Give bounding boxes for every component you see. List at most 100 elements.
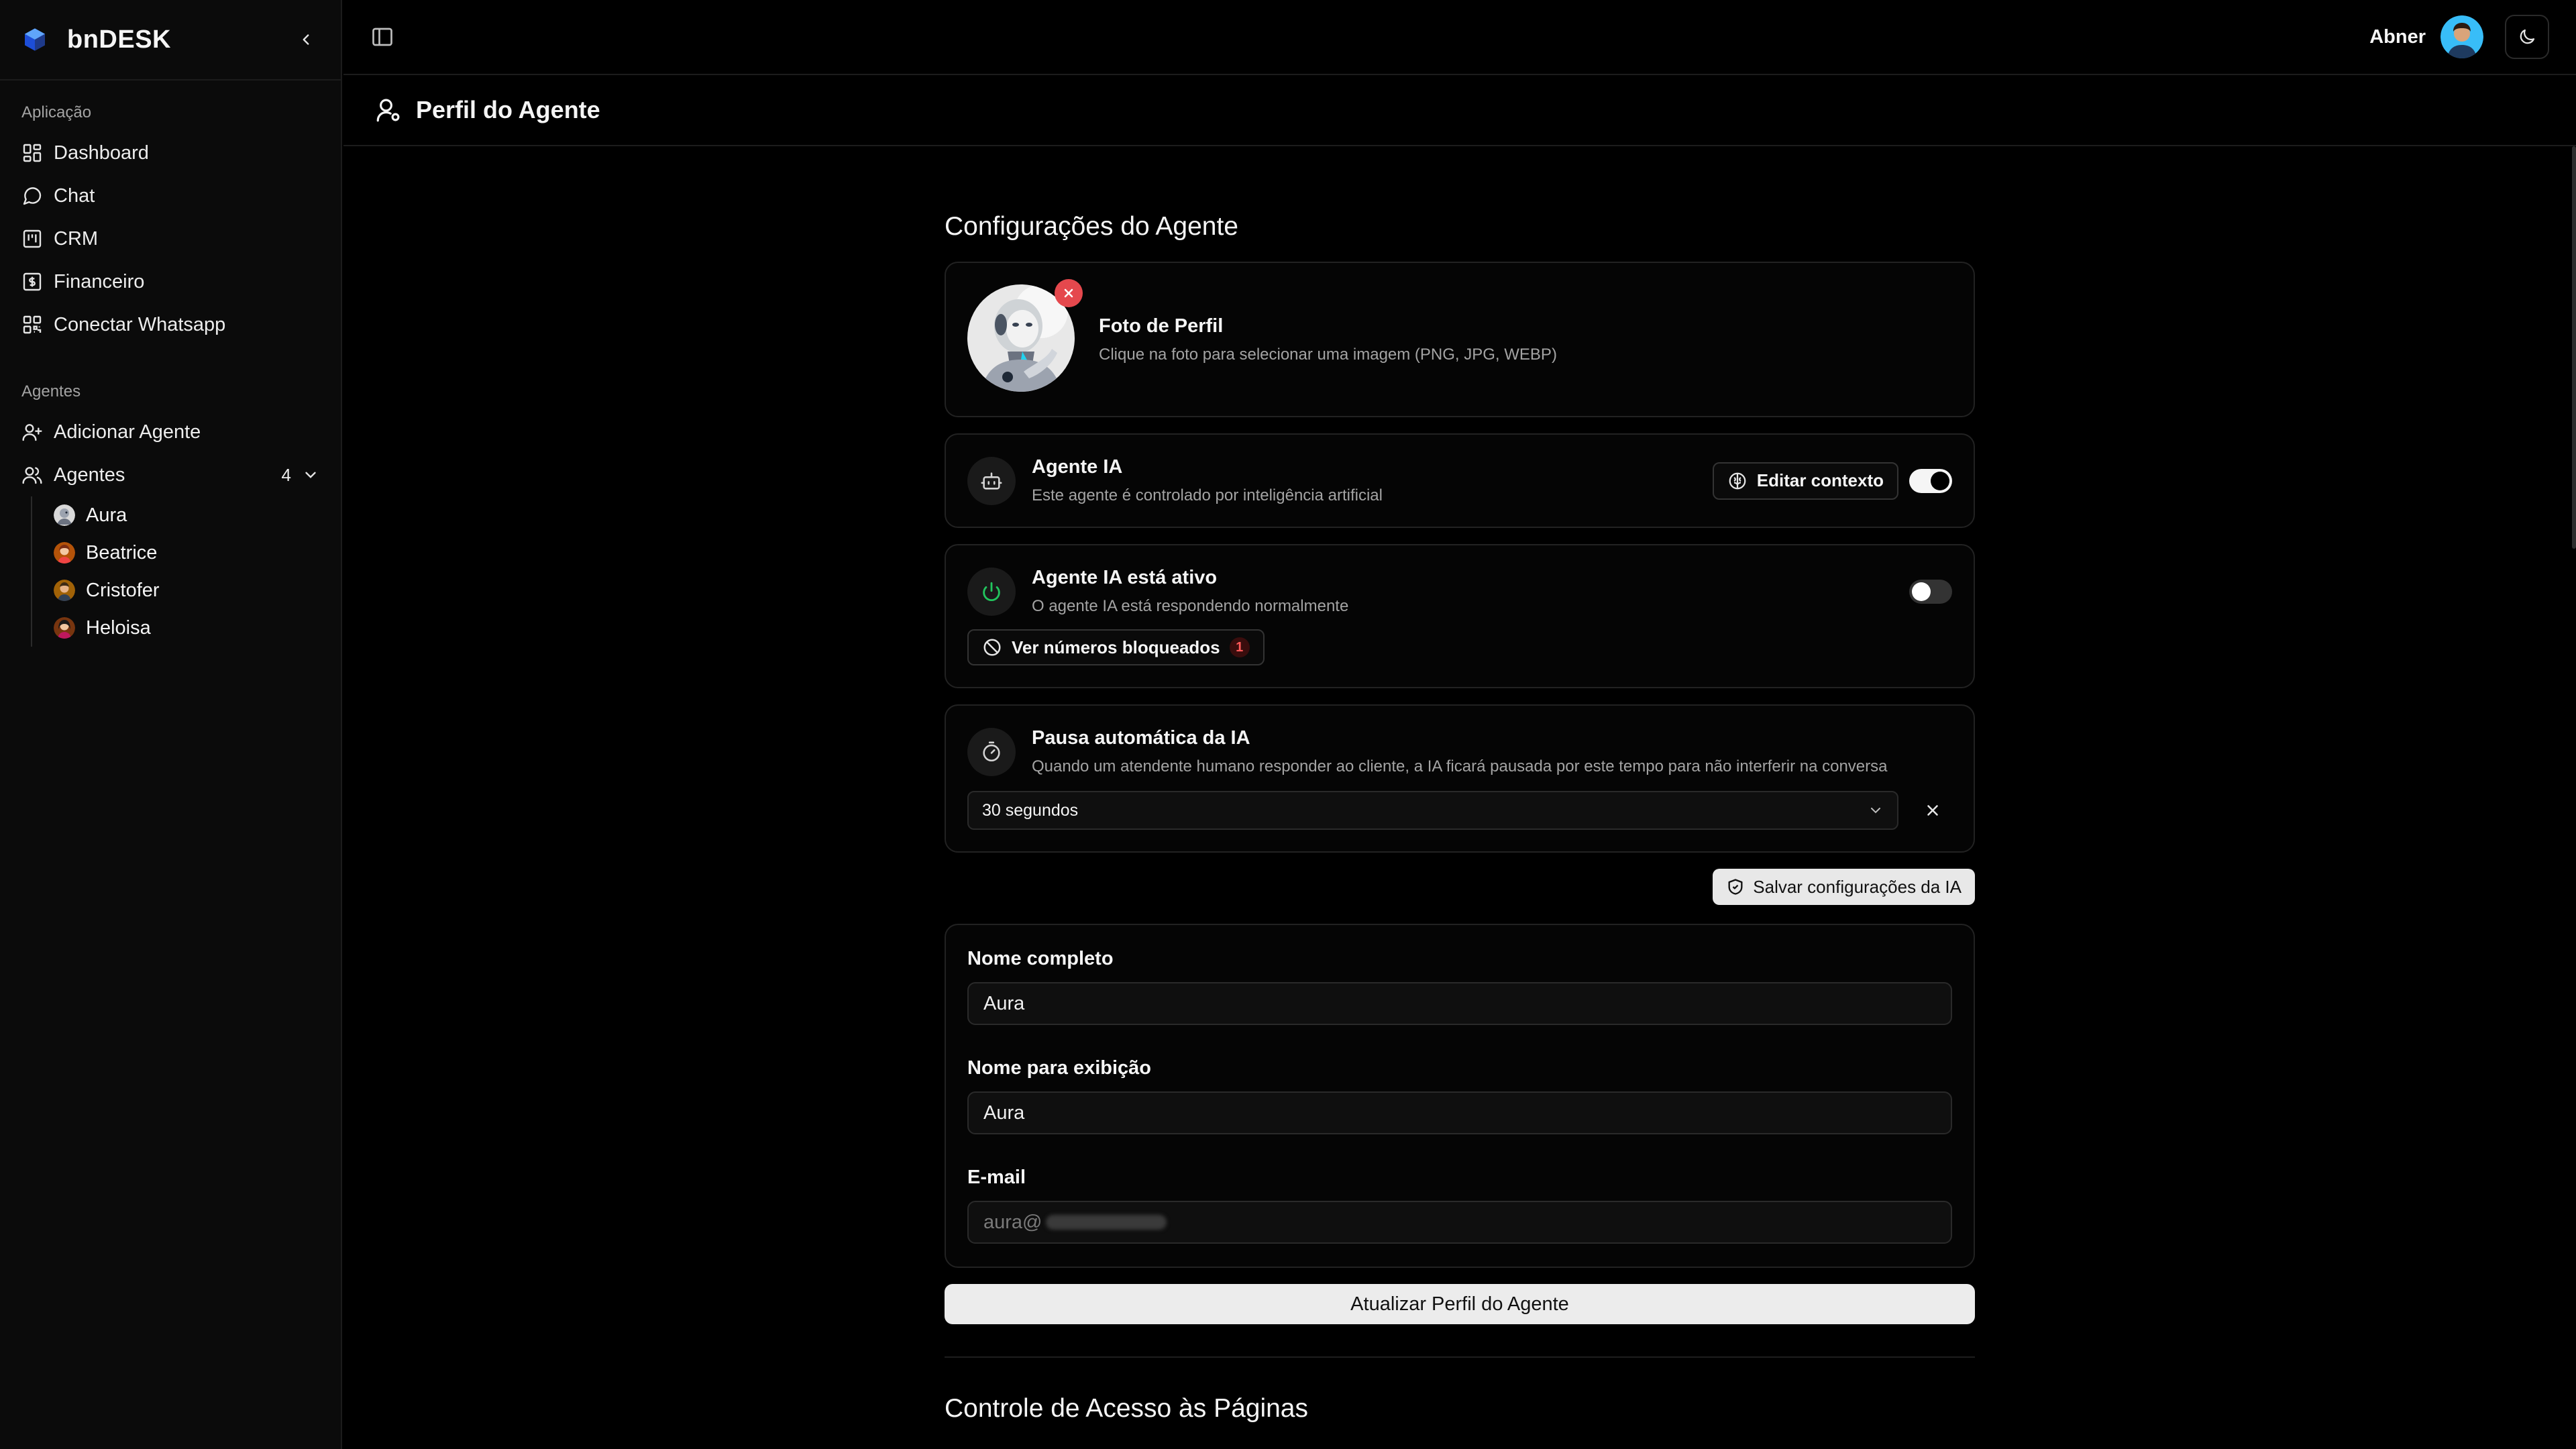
ai-agent-icon-wrap — [967, 456, 1016, 505]
sidebar-item-label: Adicionar Agente — [54, 421, 201, 443]
user-avatar[interactable] — [2440, 15, 2483, 58]
avatar — [54, 580, 75, 601]
chevron-down-icon — [305, 472, 316, 478]
config-section-title: Configurações do Agente — [945, 212, 1238, 241]
display-name-value: Aura — [983, 1102, 1025, 1124]
chevron-left-icon — [303, 34, 309, 45]
auto-pause-subtitle: Quando um atendente humano responder ao … — [1032, 757, 1888, 775]
blocked-numbers-button[interactable]: Ver números bloqueados 1 — [967, 629, 1265, 665]
edit-context-label: Editar contexto — [1756, 470, 1884, 490]
sidebar-agent-beatrice[interactable]: Beatrice — [54, 534, 341, 572]
email-value: aura@ — [983, 1211, 1042, 1233]
pause-duration-value: 30 segundos — [982, 800, 1079, 820]
sidebar-item-label: Chat — [54, 184, 95, 207]
ai-active-card: Agente IA está ativo O agente IA está re… — [945, 544, 1975, 688]
full-name-value: Aura — [983, 992, 1025, 1014]
close-icon — [1064, 288, 1073, 298]
sidebar-item-financeiro[interactable]: Financeiro — [0, 260, 341, 303]
edit-context-button[interactable]: Editar contexto — [1712, 462, 1898, 500]
sidebar-item-add-agent[interactable]: Adicionar Agente — [0, 411, 341, 453]
theme-toggle-button[interactable] — [2505, 15, 2549, 59]
power-icon — [983, 582, 1000, 601]
toggle-panel-button[interactable] — [370, 25, 394, 49]
sidebar-item-label: Conectar Whatsapp — [54, 313, 226, 335]
blocked-numbers-label: Ver números bloqueados — [1012, 637, 1220, 657]
chevron-down-icon — [1871, 808, 1880, 814]
ai-active-subtitle: O agente IA está respondendo normalmente — [1032, 597, 1349, 615]
sidebar-item-label: CRM — [54, 227, 99, 250]
photo-title: Foto de Perfil — [1099, 315, 1224, 337]
agent-name: Heloisa — [86, 616, 151, 639]
access-section-title: Controle de Acesso às Páginas — [945, 1394, 1309, 1423]
scrollbar-thumb[interactable] — [2572, 146, 2576, 549]
kanban-icon — [23, 229, 42, 248]
photo-subtitle: Clique na foto para selecionar uma image… — [1099, 345, 1557, 364]
auto-pause-icon-wrap — [967, 727, 1016, 776]
close-icon — [1927, 805, 1938, 816]
profile-photo-picker[interactable] — [967, 279, 1083, 394]
pause-duration-select[interactable]: 30 segundos — [967, 791, 1898, 830]
update-profile-button[interactable]: Atualizar Perfil do Agente — [945, 1284, 1975, 1324]
email-input[interactable]: aura@ — [967, 1201, 1952, 1244]
ai-agent-card: Agente IA Este agente é controlado por i… — [945, 433, 1975, 528]
user-plus-icon — [22, 424, 42, 441]
main-content: Configurações do Agente Foto de Perfil C… — [945, 146, 1975, 1449]
finance-icon — [23, 272, 42, 291]
auto-pause-card: Pausa automática da IA Quando um atenden… — [945, 704, 1975, 853]
app-root: bnDESK Aplicação Dashboard Chat CRM Fina… — [0, 0, 2576, 1449]
ai-agent-title: Agente IA — [1032, 456, 1123, 478]
save-ai-settings-button[interactable]: Salvar configurações da IA — [1713, 869, 1975, 905]
ban-icon — [983, 639, 1001, 656]
users-icon — [22, 467, 42, 484]
sidebar-item-chat[interactable]: Chat — [0, 174, 341, 217]
ai-active-icon-wrap — [967, 567, 1016, 616]
remove-photo-button[interactable] — [1055, 279, 1083, 307]
display-name-label: Nome para exibição — [967, 1057, 1151, 1079]
full-name-input[interactable]: Aura — [967, 982, 1952, 1025]
sidebar-item-conectar-whatsapp[interactable]: Conectar Whatsapp — [0, 303, 341, 346]
ai-agent-subtitle: Este agente é controlado por inteligênci… — [1032, 486, 1383, 504]
display-name-input[interactable]: Aura — [967, 1091, 1952, 1134]
agent-name: Cristofer — [86, 579, 160, 601]
sidebar-item-label: Dashboard — [54, 142, 149, 164]
section-label-agents: Agentes — [21, 382, 81, 400]
profile-form-card: Nome completo Aura Nome para exibição Au… — [945, 924, 1975, 1268]
avatar — [54, 617, 75, 639]
qrcode-icon — [23, 315, 42, 334]
agent-name: Aura — [86, 504, 127, 526]
brand-logo-icon — [25, 28, 45, 51]
agents-subnav: Aura Beatrice Cristofer Heloisa — [31, 496, 341, 647]
agent-name: Beatrice — [86, 541, 158, 564]
shield-check-icon — [1728, 879, 1743, 895]
sidebar-agent-heloisa[interactable]: Heloisa — [54, 609, 341, 647]
blocked-count-badge: 1 — [1229, 637, 1250, 657]
brand-header: bnDESK — [0, 0, 341, 80]
topbar-right: Abner — [2369, 15, 2549, 59]
username: Abner — [2369, 25, 2426, 48]
ai-active-toggle[interactable] — [1909, 579, 1952, 604]
sidebar: bnDESK Aplicação Dashboard Chat CRM Fina… — [0, 0, 342, 1449]
update-profile-label: Atualizar Perfil do Agente — [1350, 1293, 1569, 1315]
clear-pause-button[interactable] — [1913, 791, 1952, 830]
save-ai-settings-label: Salvar configurações da IA — [1753, 876, 1962, 897]
page-header: Perfil do Agente — [343, 75, 2576, 146]
email-redacted — [1046, 1215, 1167, 1230]
chat-bubble-icon — [23, 187, 42, 205]
sidebar-item-crm[interactable]: CRM — [0, 217, 341, 260]
collapse-sidebar-button[interactable] — [292, 26, 319, 53]
sidebar-item-dashboard[interactable]: Dashboard — [0, 131, 341, 174]
dashboard-grid-icon — [23, 144, 42, 162]
avatar — [54, 542, 75, 564]
bot-icon — [981, 472, 1002, 490]
sidebar-item-agents[interactable]: Agentes 4 — [0, 453, 341, 496]
photo-card: Foto de Perfil Clique na foto para selec… — [945, 262, 1975, 417]
section-divider — [945, 1356, 1975, 1358]
toggle-knob — [1931, 471, 1949, 490]
section-label-app: Aplicação — [21, 103, 92, 121]
sidebar-agent-aura[interactable]: Aura — [54, 496, 341, 534]
avatar — [54, 504, 75, 526]
user-settings-icon — [376, 99, 400, 122]
topbar: Abner — [343, 0, 2576, 75]
ai-agent-toggle[interactable] — [1909, 468, 1952, 493]
sidebar-agent-cristofer[interactable]: Cristofer — [54, 572, 341, 609]
